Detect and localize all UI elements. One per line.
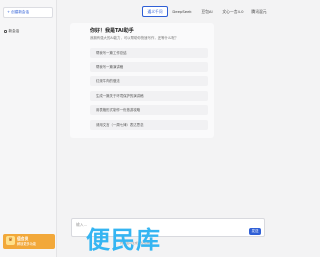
send-button[interactable]: 发送 <box>249 228 261 235</box>
tab-doubao[interactable]: 豆包AI <box>196 6 218 17</box>
welcome-greeting: 你好！我是TAI助手 <box>90 28 134 34</box>
crown-icon: ♛ <box>6 236 15 245</box>
tab-wenxin[interactable]: 文心一言4.0 <box>218 6 248 17</box>
suggestion-item[interactable]: 帮我写一篇演讲稿 <box>90 62 208 72</box>
welcome-subtitle: 我拥有强大的AI能力，可以帮助你快速写作，还等什么呢？ <box>90 36 179 40</box>
suggestion-item[interactable]: 帮我写一篇工作总结 <box>90 48 208 58</box>
vip-promo-banner[interactable]: ♛ 值会员 解锁更多功能 <box>3 234 55 249</box>
promo-subtitle: 解锁更多功能 <box>17 242 37 246</box>
tab-tongyi[interactable]: 通义千问 <box>142 6 168 17</box>
watermark-logo: 便民库 <box>86 226 161 254</box>
new-chat-button[interactable]: + 创建新会话 <box>3 7 53 18</box>
suggestion-item[interactable]: 红烧牛肉的做法 <box>90 76 208 86</box>
suggestion-item[interactable]: 请用文言（一周七律）表达思念 <box>90 120 208 130</box>
sidebar: + 创建新会话 新会话 ♛ 值会员 解锁更多功能 <box>0 0 57 257</box>
suggestion-item[interactable]: 用表格形式制作一份旅游攻略 <box>90 105 208 115</box>
tab-deepseek[interactable]: DeepSeek <box>168 6 196 17</box>
suggestion-item[interactable]: 生成一篇关于环境保护的演讲稿 <box>90 91 208 101</box>
conversation-label: 新会话 <box>8 29 20 33</box>
chat-icon <box>4 29 7 33</box>
conversation-item[interactable]: 新会话 <box>2 27 54 35</box>
tab-hunyuan[interactable]: 腾讯混元 <box>248 6 270 17</box>
